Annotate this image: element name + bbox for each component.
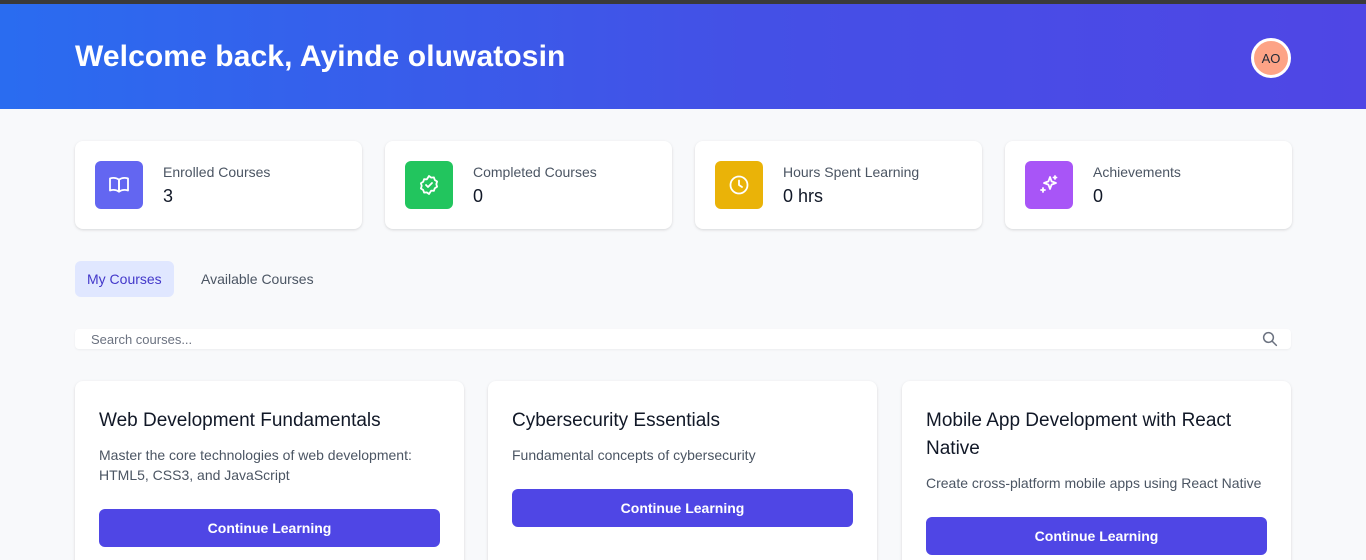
clock-icon — [715, 161, 763, 209]
stat-value: 0 hrs — [783, 186, 824, 206]
stat-card-achievements: Achievements 0 — [1005, 141, 1292, 229]
stat-value: 0 — [473, 186, 484, 206]
course-description: Master the core technologies of web deve… — [99, 447, 412, 483]
search-input[interactable] — [91, 329, 1251, 349]
continue-learning-button[interactable]: Continue Learning — [512, 489, 853, 527]
badge-check-icon — [405, 161, 453, 209]
course-description: Create cross-platform mobile apps using … — [926, 475, 1262, 491]
stat-value: 0 — [1093, 186, 1104, 206]
stat-label: Enrolled Courses — [163, 164, 271, 180]
stat-card-enrolled: Enrolled Courses 3 — [75, 141, 362, 229]
continue-learning-button[interactable]: Continue Learning — [99, 509, 440, 547]
search-bar — [75, 329, 1291, 349]
book-open-icon — [95, 161, 143, 209]
stat-label: Hours Spent Learning — [783, 164, 920, 180]
welcome-title: Welcome back, Ayinde oluwatosin — [75, 40, 566, 73]
course-title: Mobile App Development with React Native — [926, 410, 1232, 459]
tab-available-courses[interactable]: Available Courses — [189, 261, 326, 297]
course-card: Cybersecurity Essentials Fundamental con… — [488, 381, 877, 560]
stat-card-completed: Completed Courses 0 — [385, 141, 672, 229]
stat-label: Achievements — [1093, 164, 1181, 180]
course-title: Web Development Fundamentals — [99, 410, 381, 431]
stat-value: 3 — [163, 186, 174, 206]
welcome-header: Welcome back, Ayinde oluwatosin AO — [0, 4, 1366, 109]
sparkles-icon — [1025, 161, 1073, 209]
course-card: Mobile App Development with React Native… — [902, 381, 1291, 560]
search-icon[interactable] — [1261, 330, 1279, 353]
course-description: Fundamental concepts of cybersecurity — [512, 447, 756, 463]
stat-label: Completed Courses — [473, 164, 597, 180]
user-avatar[interactable]: AO — [1251, 38, 1291, 78]
continue-learning-button[interactable]: Continue Learning — [926, 517, 1267, 555]
course-card: Web Development Fundamentals Master the … — [75, 381, 464, 560]
course-title: Cybersecurity Essentials — [512, 410, 721, 431]
stat-card-hours: Hours Spent Learning 0 hrs — [695, 141, 982, 229]
tab-my-courses[interactable]: My Courses — [75, 261, 174, 297]
